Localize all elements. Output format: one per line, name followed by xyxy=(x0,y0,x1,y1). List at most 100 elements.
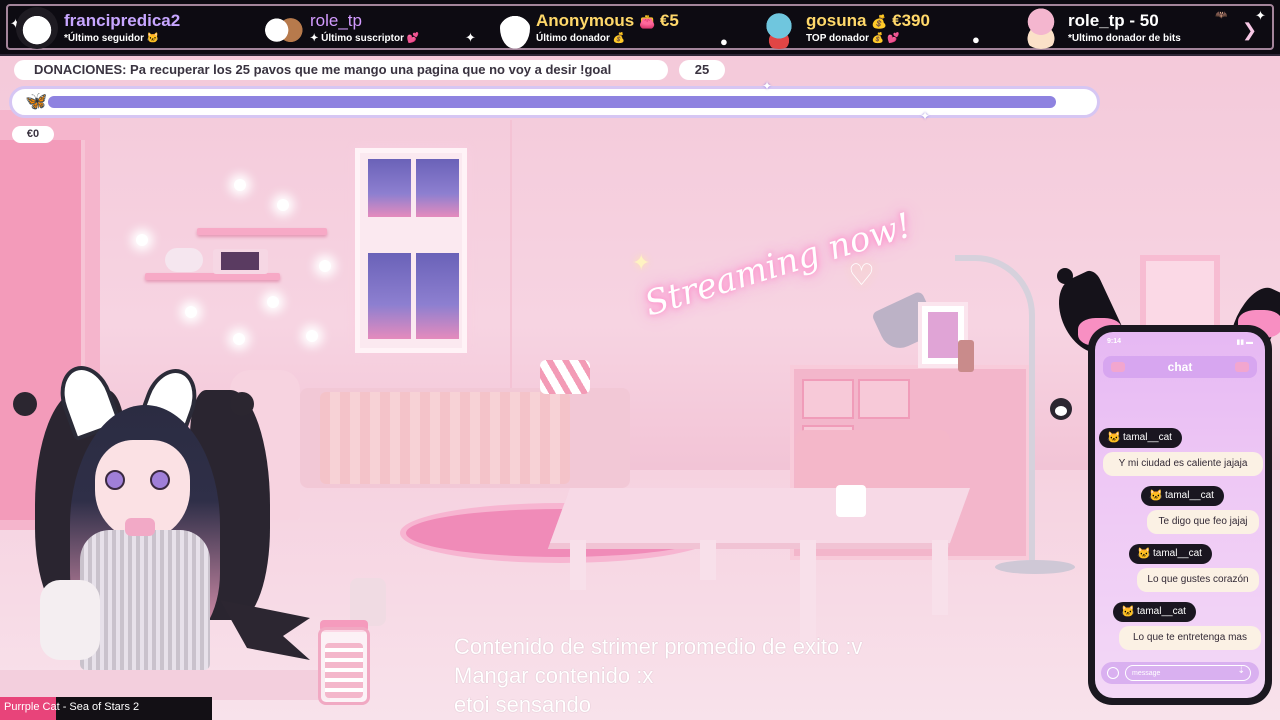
heart-icon: 💕 xyxy=(406,32,420,44)
bat-icon: 🦇 xyxy=(1215,10,1228,21)
sparkle-icon: ✦ xyxy=(762,79,773,93)
chat-back-icon[interactable] xyxy=(1111,362,1125,372)
chat-phone: 9:14 ▮▮ ▬ chat 🐱 tamal__cat Y mi ciudad e… xyxy=(1088,325,1272,705)
latest-follower: francipredica2 *Último seguidor 🐱 xyxy=(16,4,180,52)
purse-icon: 👛 xyxy=(638,14,656,30)
cat-face-icon: 🐱 xyxy=(1107,432,1121,444)
drink-jar xyxy=(318,627,370,705)
gamepad-icon xyxy=(165,248,203,272)
latest-donor-label: Último donador xyxy=(536,32,610,44)
chat-title: chat xyxy=(1167,360,1193,374)
fairy-light xyxy=(277,199,289,211)
cactus-cat-icon xyxy=(758,7,800,49)
chat-message: 🐱 tamal__cat Lo que gustes corazón xyxy=(1099,544,1261,594)
now-playing-widget: Purrple Cat - Sea of Stars 2 xyxy=(0,697,212,720)
top-donor-label: TOP donador xyxy=(806,32,869,44)
signal-icon: ▮▮ ▬ xyxy=(1236,339,1253,346)
chat-header: chat xyxy=(1103,356,1257,378)
chat-input-bar: ⇣ xyxy=(1101,662,1259,684)
mug xyxy=(836,485,866,517)
chat-username: tamal__cat xyxy=(1153,548,1202,559)
top-donor: gosuna 💰 €390 TOP donador 💰 💕 xyxy=(758,4,930,52)
bed-blanket xyxy=(320,392,570,484)
latest-follower-name: francipredica2 xyxy=(64,11,181,31)
latest-follower-label: *Último seguidor xyxy=(64,32,145,44)
kuromi-charm-icon xyxy=(1050,398,1072,420)
chat-username: tamal__cat xyxy=(1123,432,1172,443)
panda-icon xyxy=(16,7,58,49)
phone-time: 9:14 xyxy=(1107,338,1122,345)
latest-donor-amount: €5 xyxy=(659,11,679,31)
chat-username: tamal__cat xyxy=(1165,490,1214,501)
chat-message-text: Y mi ciudad es caliente jajaja xyxy=(1103,452,1263,476)
moneybag-icon: 💰 xyxy=(612,32,626,44)
chat-screen: 9:14 ▮▮ ▬ chat 🐱 tamal__cat Y mi ciudad e… xyxy=(1095,332,1265,698)
speaker xyxy=(350,578,386,626)
donation-goal-count: 25 xyxy=(679,60,725,80)
send-icon[interactable]: ⇣ xyxy=(1237,665,1245,676)
chat-message-text: Lo que te entretenga mas xyxy=(1119,626,1261,650)
caption-line: etoi sensando xyxy=(454,692,591,717)
chat-message: 🐱 tamal__cat Lo que te entretenga mas xyxy=(1099,602,1261,652)
lamp-base xyxy=(995,560,1075,574)
chat-username: tamal__cat xyxy=(1137,606,1186,617)
fairy-light xyxy=(306,330,318,342)
cat-face-icon: 🐱 xyxy=(1149,490,1163,502)
cat-icon xyxy=(500,7,530,49)
fairy-light xyxy=(233,333,245,345)
table-leg xyxy=(570,540,586,590)
fairy-light xyxy=(267,296,279,308)
cat-face-icon: 🐱 xyxy=(1137,548,1151,560)
chat-menu-icon[interactable] xyxy=(1235,362,1249,372)
stream-alerts-bar: ✦ ✦ ✦ ● ● francipredica2 *Último seguido… xyxy=(0,0,1280,56)
wall-shelf-bottom xyxy=(145,273,280,280)
latest-subscriber: role_tp ✦ Último suscriptor 💕 xyxy=(262,4,419,52)
wall-shelf-top xyxy=(197,228,327,235)
star-icon: ✦ xyxy=(632,250,651,275)
heart-icon: ♡ xyxy=(848,259,875,292)
donation-progress-bar: 🦋 ✦ ✦ xyxy=(9,79,1100,123)
fairy-light xyxy=(319,260,331,272)
latest-subscriber-label: Último suscriptor xyxy=(321,32,404,44)
latest-donor: Anonymous 👛 €5 Último donador 💰 xyxy=(500,4,679,52)
fairy-light xyxy=(234,179,246,191)
donation-current-amount: €0 xyxy=(12,126,54,143)
latest-bits-donor-label: *Ultimo donador de bits xyxy=(1068,32,1181,44)
butterfly-icon: 🦋 xyxy=(25,91,48,111)
fairy-light xyxy=(185,306,197,318)
bottle xyxy=(958,340,974,372)
cat-face-icon: 🐱 xyxy=(1121,606,1135,618)
top-donor-name: gosuna xyxy=(806,11,867,31)
donation-goal-message: DONACIONES: Pa recuperar los 25 pavos qu… xyxy=(14,60,668,80)
donation-progress-fill xyxy=(48,96,1056,108)
moneybag-icon: 💰 xyxy=(871,14,888,30)
cat-face-icon: 🐱 xyxy=(146,32,160,44)
heart-icon: 💕 xyxy=(886,32,900,44)
top-donor-amount: €390 xyxy=(892,11,930,31)
chat-message: 🐱 tamal__cat Te digo que feo jajaj xyxy=(1099,486,1261,536)
window xyxy=(355,148,467,353)
chat-message-text: Lo que gustes corazón xyxy=(1137,568,1259,592)
caption-line: Contenido de strimer promedio de exito :… xyxy=(454,634,863,659)
pig-girl-icon xyxy=(1020,7,1062,49)
tablet-icon xyxy=(213,249,268,274)
desk xyxy=(0,670,330,700)
chat-message: 🐱 tamal__cat Y mi ciudad es caliente jaja… xyxy=(1099,428,1263,478)
latest-subscriber-name: role_tp xyxy=(310,11,362,31)
latest-bits-donor-name: role_tp - 50 xyxy=(1068,11,1159,31)
moneybag-icon: 💰 xyxy=(871,32,885,44)
pillow xyxy=(540,360,590,394)
table-leg xyxy=(700,540,716,580)
latest-bits-donor: role_tp - 50 *Ultimo donador de bits xyxy=(1020,4,1181,52)
sparkle-icon: ✦ xyxy=(920,109,931,123)
bear-icon xyxy=(262,7,304,49)
ear-ball xyxy=(1057,268,1073,284)
emoji-icon[interactable] xyxy=(1107,667,1119,679)
arrow-right-icon: ❯ xyxy=(1242,20,1258,40)
latest-donor-name: Anonymous xyxy=(536,11,635,31)
table-leg xyxy=(932,540,948,615)
coffee-table xyxy=(549,488,971,543)
vtuber-avatar xyxy=(10,350,310,672)
chat-message-text: Te digo que feo jajaj xyxy=(1147,510,1259,534)
chat-message-input[interactable] xyxy=(1125,665,1251,681)
